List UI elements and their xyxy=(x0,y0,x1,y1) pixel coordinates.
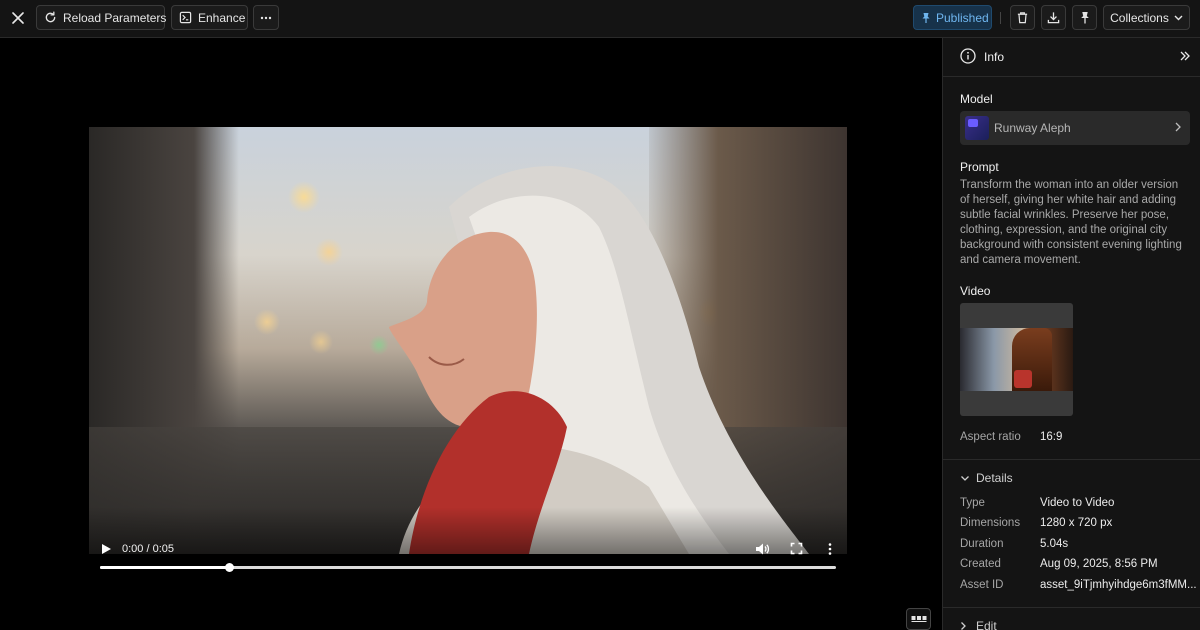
chevron-right-icon xyxy=(1175,122,1181,132)
video-frame-subject xyxy=(389,166,809,554)
volume-icon xyxy=(756,543,770,555)
top-toolbar: Reload Parameters Enhance Published Coll… xyxy=(0,0,1200,38)
detail-value: 5.04s xyxy=(1040,538,1069,550)
fullscreen-icon xyxy=(790,542,803,555)
collections-label: Collections xyxy=(1110,10,1169,25)
close-icon xyxy=(12,12,24,24)
detail-value: Video to Video xyxy=(1040,497,1115,509)
fullscreen-button[interactable] xyxy=(790,542,803,560)
published-button[interactable]: Published xyxy=(913,5,992,30)
delete-button[interactable] xyxy=(1010,5,1035,30)
controls-gradient xyxy=(89,507,847,554)
reload-icon xyxy=(45,11,56,23)
reload-parameters-button[interactable]: Reload Parameters xyxy=(36,5,167,30)
prompt-section-label: Prompt xyxy=(960,160,999,174)
thumbnail-detail xyxy=(1014,370,1032,388)
download-icon xyxy=(1047,12,1060,24)
detail-label: Asset ID xyxy=(960,579,1004,591)
model-name: Runway Aleph xyxy=(994,121,1071,135)
seek-bar[interactable] xyxy=(100,563,836,572)
more-vertical-icon xyxy=(828,543,832,555)
play-button[interactable] xyxy=(99,542,113,556)
info-panel-header: Info xyxy=(943,38,1200,77)
chevron-right-icon[interactable] xyxy=(960,621,967,630)
reload-parameters-label: Reload Parameters xyxy=(63,10,167,25)
filmstrip-icon xyxy=(911,616,926,622)
detail-label: Created xyxy=(960,558,1001,570)
toolbar-divider xyxy=(1000,12,1001,24)
info-panel-title: Info xyxy=(984,50,1005,64)
seek-bar-progress xyxy=(100,566,229,569)
thumbnail-image xyxy=(960,328,1073,391)
source-video-thumbnail[interactable] xyxy=(960,303,1073,416)
model-selector[interactable]: Runway Aleph xyxy=(960,111,1190,145)
volume-button[interactable] xyxy=(755,542,770,561)
more-horizontal-icon xyxy=(260,16,272,19)
more-options-button[interactable] xyxy=(253,5,279,30)
edit-toggle[interactable]: Edit xyxy=(976,619,997,630)
chevron-down-icon[interactable] xyxy=(960,475,970,482)
published-label: Published xyxy=(936,10,989,25)
filmstrip-button[interactable] xyxy=(906,608,931,630)
asset-id-value[interactable]: asset_9iTjmhyihdge6m3fMM... xyxy=(1040,579,1197,591)
enhance-icon xyxy=(179,11,192,24)
pin-button[interactable] xyxy=(1072,5,1097,30)
close-button[interactable] xyxy=(6,6,30,30)
aspect-ratio-label: Aspect ratio xyxy=(960,431,1021,443)
enhance-label: Enhance xyxy=(198,10,246,25)
model-logo xyxy=(965,116,989,140)
video-options-button[interactable] xyxy=(825,542,835,561)
prompt-text: Transform the woman into an older versio… xyxy=(960,179,1182,266)
seek-handle[interactable] xyxy=(224,563,234,572)
section-divider xyxy=(943,607,1200,608)
collapse-panel-icon[interactable] xyxy=(1179,50,1191,62)
video-section-label: Video xyxy=(960,284,991,298)
model-section-label: Model xyxy=(960,92,993,106)
section-divider xyxy=(943,459,1200,460)
pin-icon xyxy=(1080,12,1089,24)
aspect-ratio-value: 16:9 xyxy=(1040,431,1063,443)
info-icon xyxy=(960,48,976,64)
enhance-button[interactable]: Enhance xyxy=(171,5,248,30)
detail-label: Duration xyxy=(960,538,1004,550)
time-display: 0:00 / 0:05 xyxy=(122,543,174,555)
trash-icon xyxy=(1017,12,1028,24)
chevron-down-icon xyxy=(1174,15,1183,20)
collections-dropdown[interactable]: Collections xyxy=(1103,5,1190,30)
detail-value: 1280 x 720 px xyxy=(1040,517,1113,529)
info-panel: Info Model Runway Aleph Prompt Transform… xyxy=(942,38,1200,630)
detail-label: Type xyxy=(960,497,985,509)
download-button[interactable] xyxy=(1041,5,1066,30)
play-icon xyxy=(102,544,111,554)
detail-label: Dimensions xyxy=(960,517,1021,529)
pin-icon xyxy=(922,12,930,23)
detail-value: Aug 09, 2025, 8:56 PM xyxy=(1040,558,1158,570)
details-toggle[interactable]: Details xyxy=(976,471,1013,485)
video-player[interactable] xyxy=(89,127,847,554)
